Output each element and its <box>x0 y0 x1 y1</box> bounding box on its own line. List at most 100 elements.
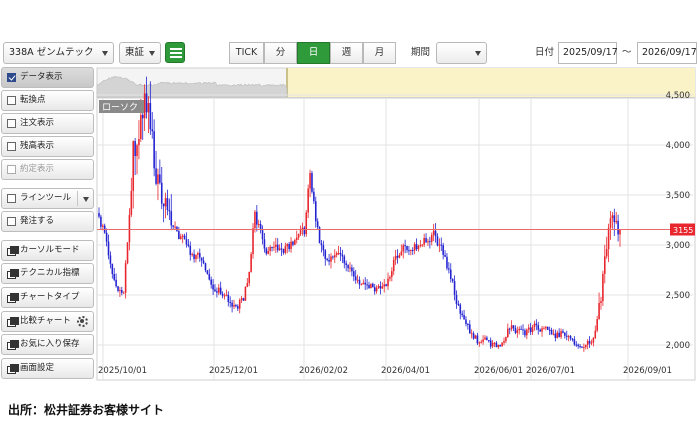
candle-body <box>543 328 545 330</box>
candle-body <box>508 328 511 330</box>
candle-body <box>461 313 463 316</box>
candle-body <box>571 338 574 340</box>
candle-body <box>520 328 522 330</box>
candle-body <box>347 265 349 269</box>
candle-body <box>539 329 541 332</box>
candle-body <box>265 248 268 254</box>
candle-body <box>406 245 408 251</box>
candle-body <box>126 242 129 264</box>
candle-body <box>339 252 342 255</box>
candle-body <box>227 294 230 303</box>
candle-body <box>583 347 585 349</box>
candle-body <box>172 225 174 227</box>
x-tick-label: 2026/07/01 <box>526 366 575 376</box>
candle-body <box>560 331 562 337</box>
candle-body <box>607 227 610 250</box>
candle-body <box>592 337 595 343</box>
candle-body <box>174 226 176 228</box>
candle-body <box>349 267 351 269</box>
candle-body <box>263 239 266 249</box>
candle-body <box>332 256 334 258</box>
candle-body <box>212 284 214 290</box>
candle-body <box>603 256 606 274</box>
candle-body <box>600 301 602 303</box>
navigator-window[interactable] <box>287 68 695 97</box>
candle-body <box>193 254 195 260</box>
candle-body <box>98 213 100 217</box>
candle-body <box>590 342 593 344</box>
navigator-strip[interactable] <box>96 67 696 98</box>
candle-body <box>617 220 619 235</box>
candle-body <box>155 168 157 184</box>
candle-body <box>402 245 405 252</box>
candle-body <box>195 254 197 260</box>
candle-body <box>159 174 161 183</box>
candle-body <box>468 324 471 334</box>
candle-body <box>368 284 370 289</box>
candle-body <box>117 286 119 291</box>
candle-body <box>586 340 589 345</box>
candle-body <box>514 328 517 333</box>
candle-body <box>303 227 306 235</box>
candle-body <box>548 329 551 331</box>
candle-body <box>512 325 515 329</box>
candle-body <box>221 293 224 296</box>
candle-body <box>364 282 367 285</box>
candle-body <box>584 344 587 348</box>
y-tick-label: 3,000 <box>666 241 690 251</box>
candle-body <box>237 306 239 309</box>
candle-body <box>217 287 220 293</box>
candle-body <box>149 103 152 130</box>
candle-body <box>282 249 285 253</box>
candle-body <box>299 230 302 235</box>
candle-body <box>153 131 155 169</box>
candle-body <box>438 244 441 246</box>
candle-body <box>410 249 412 251</box>
candle-body <box>214 289 216 292</box>
x-tick-label: 2026/04/01 <box>381 366 430 376</box>
candle-body <box>503 341 505 343</box>
candle-body <box>286 244 289 247</box>
candle-body <box>505 337 507 342</box>
candle-body <box>609 218 612 228</box>
candle-body <box>398 255 401 258</box>
candle-body <box>197 253 199 255</box>
candle-body <box>381 286 384 289</box>
candle-body <box>140 114 142 140</box>
candle-body <box>531 326 534 333</box>
candle-body <box>463 315 465 320</box>
candle-body <box>341 254 344 257</box>
stock-chart[interactable]: ローソク3155 2,0002,5003,0003,5004,0004,500 … <box>0 0 700 400</box>
x-tick-label: 2025/10/01 <box>98 366 147 376</box>
candle-body <box>132 141 135 191</box>
candle-body <box>533 323 536 327</box>
candle-body <box>198 253 201 258</box>
candle-body <box>138 139 140 146</box>
candle-body <box>524 330 526 336</box>
candle-body <box>295 237 298 240</box>
y-tick-label: 2,500 <box>666 291 690 301</box>
candle-body <box>246 283 249 287</box>
candle-body <box>352 271 355 277</box>
candle-body <box>408 250 410 252</box>
candle-body <box>411 249 414 251</box>
candle-body <box>183 235 186 240</box>
candle-body <box>100 216 102 227</box>
candle-body <box>250 254 252 272</box>
candle-body <box>413 244 416 251</box>
candle-body <box>162 203 165 207</box>
candle-body <box>309 173 311 189</box>
candle-body <box>119 290 121 292</box>
candle-body <box>187 244 190 246</box>
candle-body <box>231 302 233 307</box>
candle-body <box>242 298 245 301</box>
candle-body <box>419 245 422 247</box>
candle-body <box>569 336 572 339</box>
candle-body <box>330 256 332 262</box>
candle-body <box>311 173 313 192</box>
candle-body <box>459 304 462 314</box>
candle-body <box>256 211 258 225</box>
candle-body <box>109 255 112 264</box>
candle-body <box>178 231 180 240</box>
candle-body <box>527 327 530 330</box>
